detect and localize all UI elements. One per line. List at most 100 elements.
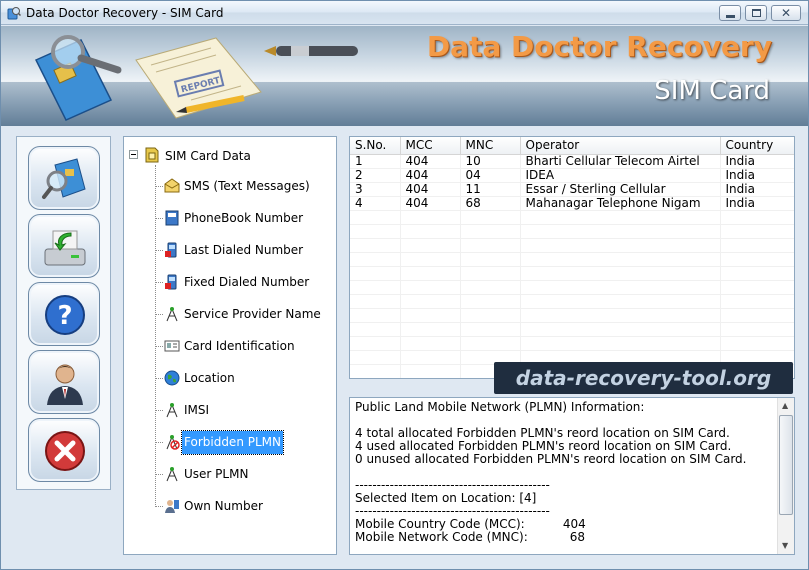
table-cell (400, 266, 461, 281)
save-button[interactable] (28, 214, 100, 278)
tree-item[interactable]: User PLMN (155, 463, 330, 485)
help-button[interactable]: ? (28, 282, 100, 346)
table-cell (350, 238, 401, 253)
antenna-icon (166, 403, 178, 418)
plmn-table: S.No. MCC MNC Operator Country 1 404 10 Bharti … (349, 136, 795, 379)
title-bar: Data Doctor Recovery - SIM Card ✕ (1, 1, 808, 25)
tree-item-label: Last Dialed Number (184, 243, 304, 257)
table-cell (460, 336, 521, 351)
table-cell (400, 322, 461, 337)
tree-item[interactable]: Service Provider Name (155, 303, 330, 325)
banner-illustration: REPORT (34, 35, 358, 121)
app-icon (7, 7, 21, 20)
column-header[interactable]: S.No. (350, 137, 401, 155)
column-header[interactable]: MCC (400, 137, 461, 155)
table-cell (350, 266, 401, 281)
table-cell (720, 266, 794, 281)
id-card-icon (164, 340, 180, 352)
table-cell (720, 210, 794, 225)
tree-item[interactable]: Fixed Dialed Number (155, 271, 330, 293)
maximize-button[interactable] (745, 5, 767, 21)
table-cell (400, 336, 461, 351)
tree-item[interactable]: PhoneBook Number (155, 207, 330, 229)
table-cell (350, 350, 401, 365)
empty-row (350, 252, 794, 267)
table-cell (350, 294, 401, 309)
table-cell (400, 350, 461, 365)
tree-item-label: Location (184, 371, 235, 385)
tree-connector (155, 378, 163, 379)
tree-item[interactable]: Forbidden PLMN (155, 430, 330, 455)
left-toolbar: ? (16, 136, 111, 490)
tree-connector (155, 218, 163, 219)
window-title: Data Doctor Recovery - SIM Card (26, 6, 224, 20)
table-cell: 404 (400, 154, 461, 169)
collapse-toggle[interactable] (129, 150, 138, 159)
table-cell: IDEA (520, 168, 721, 183)
brand-title: Data Doctor Recovery (426, 30, 772, 63)
minimize-button[interactable] (719, 5, 741, 21)
table-cell (400, 280, 461, 295)
table-cell: Bharti Cellular Telecom Airtel (520, 154, 721, 169)
table-cell (350, 322, 401, 337)
info-line: Mobile Network Code (MNC): 68 (355, 530, 585, 544)
column-header[interactable]: Operator (520, 137, 721, 155)
scroll-down-icon[interactable]: ▼ (782, 541, 788, 550)
antenna-icon (166, 307, 178, 322)
table-row[interactable]: 3 404 11 Essar / Sterling Cellular India (350, 182, 794, 197)
exit-button[interactable] (28, 418, 100, 482)
empty-row (350, 322, 794, 337)
forbidden-antenna-icon (166, 435, 180, 450)
info-scrollbar[interactable]: ▲ ▼ (777, 398, 794, 554)
plmn-info-box: Public Land Mobile Network (PLMN) Inform… (349, 397, 795, 555)
tree-item-label: Own Number (184, 499, 263, 513)
minimize-icon (726, 15, 735, 18)
tree-item[interactable]: Card Identification (155, 335, 330, 357)
scroll-up-icon[interactable]: ▲ (782, 401, 788, 410)
tree-connector (155, 282, 163, 283)
table-cell (720, 336, 794, 351)
table-row[interactable]: 4 404 68 Mahanagar Telephone Nigam India (350, 196, 794, 211)
table-cell (400, 364, 461, 378)
tree-item[interactable]: Last Dialed Number (155, 239, 330, 261)
column-header[interactable]: MNC (460, 137, 521, 155)
pen-icon (264, 46, 358, 56)
about-button[interactable] (28, 350, 100, 414)
column-header[interactable]: Country (720, 137, 794, 155)
table-cell: 68 (460, 196, 521, 211)
table-cell (460, 322, 521, 337)
tree-connector (155, 346, 163, 347)
close-window-button[interactable]: ✕ (771, 5, 801, 21)
table-row[interactable]: 2 404 04 IDEA India (350, 168, 794, 183)
table-row[interactable]: 1 404 10 Bharti Cellular Telecom Airtel Indi… (350, 154, 794, 169)
table-cell (720, 294, 794, 309)
tree-item-label: Service Provider Name (184, 307, 321, 321)
scan-sim-button[interactable] (28, 146, 100, 210)
tree-connector (155, 410, 163, 411)
tree-item[interactable]: Own Number (155, 495, 330, 517)
empty-row (350, 238, 794, 253)
table-cell: India (720, 154, 794, 169)
app-window: Data Doctor Recovery - SIM Card ✕ REPORT… (0, 0, 809, 570)
table-cell (350, 364, 401, 378)
table-cell (400, 224, 461, 239)
tree-item-label: PhoneBook Number (184, 211, 304, 225)
scroll-thumb[interactable] (779, 415, 793, 515)
table-cell (520, 210, 721, 225)
tree-item[interactable]: IMSI (155, 399, 330, 421)
table-cell: 404 (400, 196, 461, 211)
sim-search-icon (42, 158, 86, 199)
table-cell (520, 322, 721, 337)
tree-item[interactable]: Location (155, 367, 330, 389)
antenna-icon (166, 467, 178, 482)
table-cell: 11 (460, 182, 521, 197)
tree-item-label: Forbidden PLMN (181, 430, 284, 455)
tree-connector (155, 442, 163, 443)
tree-item[interactable]: SMS (Text Messages) (155, 175, 330, 197)
info-text: Public Land Mobile Network (PLMN) Inform… (355, 401, 775, 544)
table-cell (460, 266, 521, 281)
globe-icon (164, 370, 180, 386)
table-cell (520, 224, 721, 239)
sim-data-tree: SIM Card Data SMS (Text Messages) PhoneBo… (123, 136, 337, 555)
table-cell (520, 294, 721, 309)
